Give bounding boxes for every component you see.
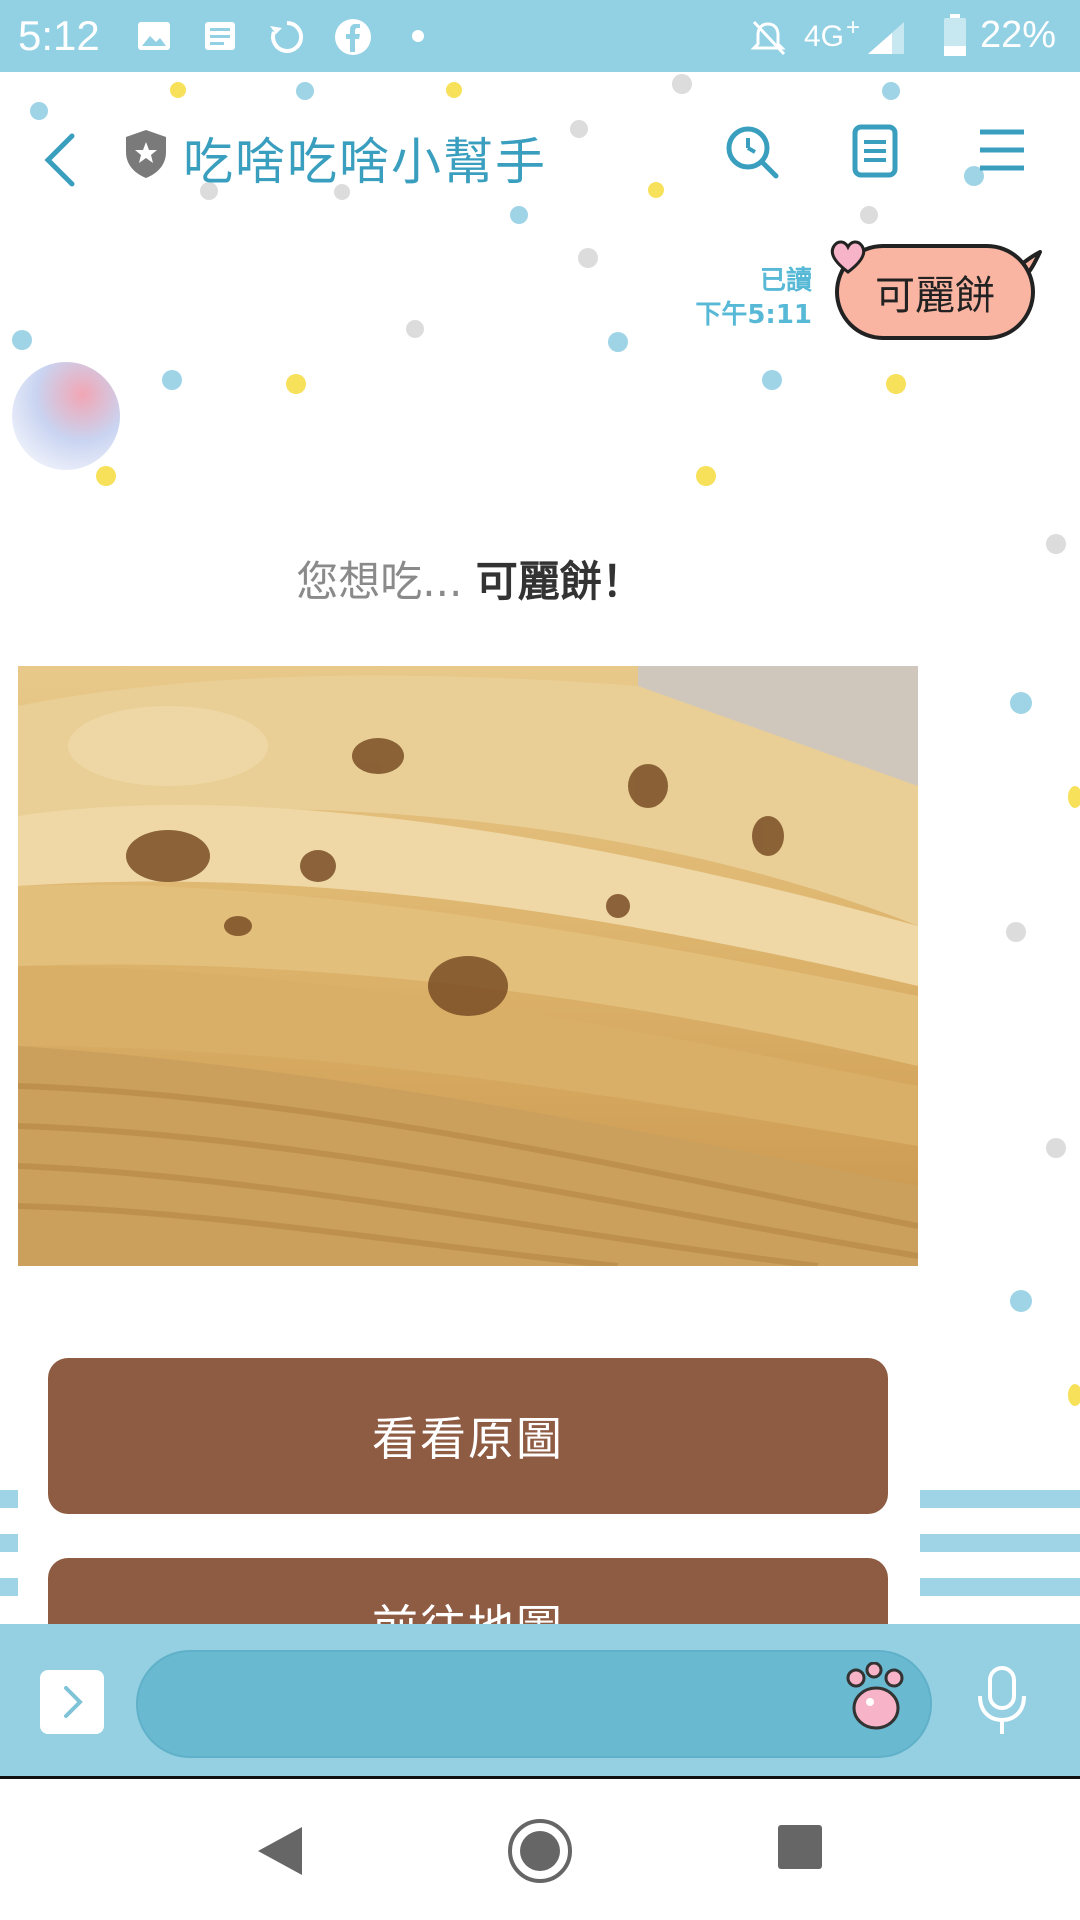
view-original-button[interactable]: 看看原圖 — [48, 1358, 888, 1514]
news-icon — [205, 22, 235, 50]
bot-avatar[interactable] — [12, 362, 120, 470]
status-time: 5:12 — [18, 12, 100, 59]
facebook-icon — [335, 19, 371, 55]
message-input[interactable] — [136, 1650, 932, 1758]
menu-icon[interactable] — [978, 128, 1026, 172]
signal-icon — [868, 22, 904, 54]
second-action-label: 前往地圖 — [372, 1591, 564, 1624]
status-bar: 5:12 4G + 22% — [0, 0, 1080, 72]
silent-icon — [750, 20, 786, 56]
battery-icon — [944, 14, 966, 56]
nav-recents-icon[interactable] — [776, 1823, 824, 1871]
input-bar — [0, 1624, 1080, 1776]
back-icon[interactable] — [38, 130, 82, 190]
chat-header: 吃啥吃啥小幫手 — [0, 72, 1080, 212]
second-action-button[interactable]: 前往地圖 — [48, 1558, 888, 1624]
crepe-photo[interactable] — [18, 666, 918, 1266]
read-receipt: 已讀 下午5:11 — [695, 264, 812, 332]
system-nav-bar — [0, 1776, 1080, 1920]
read-label: 已讀 — [759, 266, 812, 296]
battery-percent: 22% — [980, 14, 1057, 56]
network-plus-icon: + — [846, 14, 861, 41]
paw-icon[interactable] — [842, 1662, 912, 1734]
expand-icon — [64, 1686, 83, 1718]
network-label: 4G — [804, 20, 845, 53]
bot-reply-answer: 可麗餅！ — [475, 557, 644, 606]
search-icon[interactable] — [724, 124, 780, 180]
bot-reply: 您想吃... 可麗餅！ — [0, 548, 940, 609]
sync-icon — [270, 20, 304, 53]
microphone-icon[interactable] — [976, 1664, 1028, 1736]
gallery-icon — [138, 22, 170, 50]
heart-icon — [830, 240, 866, 274]
notes-icon[interactable] — [852, 124, 898, 178]
nav-home-icon[interactable] — [506, 1817, 574, 1885]
nav-back-icon[interactable] — [254, 1823, 306, 1879]
chat-title[interactable]: 吃啥吃啥小幫手 — [183, 122, 547, 194]
expand-button[interactable] — [40, 1670, 104, 1734]
bot-reply-prompt: 您想吃... — [296, 557, 463, 606]
shield-icon — [126, 130, 166, 178]
more-dot-icon — [412, 30, 424, 42]
message-timestamp: 下午5:11 — [695, 300, 812, 330]
